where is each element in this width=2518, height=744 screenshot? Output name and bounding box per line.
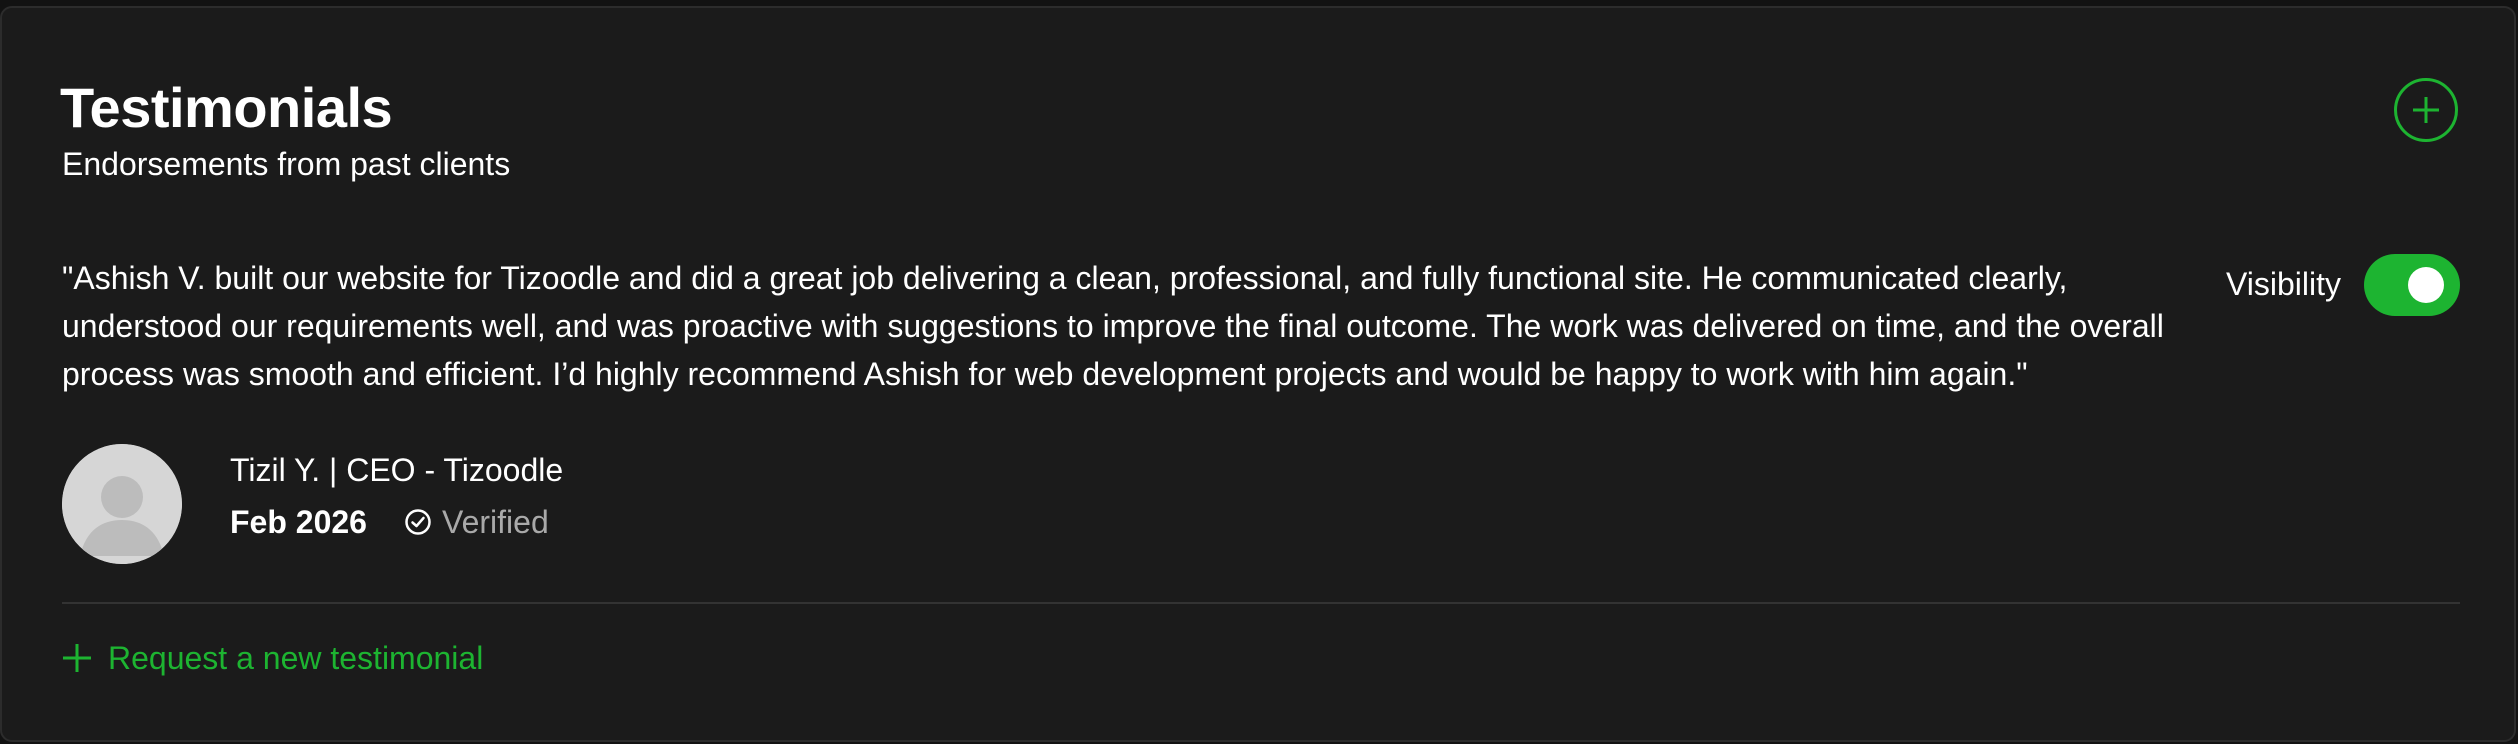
toggle-knob [2408,267,2444,303]
user-placeholder-icon [62,444,182,564]
section-subtitle: Endorsements from past clients [62,146,511,182]
request-testimonial-label: Request a new testimonial [108,640,484,676]
divider [62,602,2460,604]
plus-icon [63,644,91,672]
request-testimonial-link[interactable]: Request a new testimonial [62,638,483,678]
author-name: Tizil Y. | CEO - Tizoodle [230,452,564,488]
visibility-toggle[interactable] [2364,254,2460,316]
testimonial-quote: "Ashish V. built our website for Tizoodl… [62,260,2164,392]
visibility-label: Visibility [2226,266,2341,302]
avatar [62,444,182,564]
plus-icon [2413,97,2439,123]
verified-badge: Verified [404,502,549,542]
testimonials-card: Testimonials Endorsements from past clie… [0,6,2516,742]
check-circle-icon [405,509,431,535]
section-title: Testimonials [60,76,393,139]
add-testimonial-button[interactable] [2394,78,2458,142]
testimonial-date: Feb 2026 [230,504,367,540]
verified-label: Verified [442,504,549,540]
